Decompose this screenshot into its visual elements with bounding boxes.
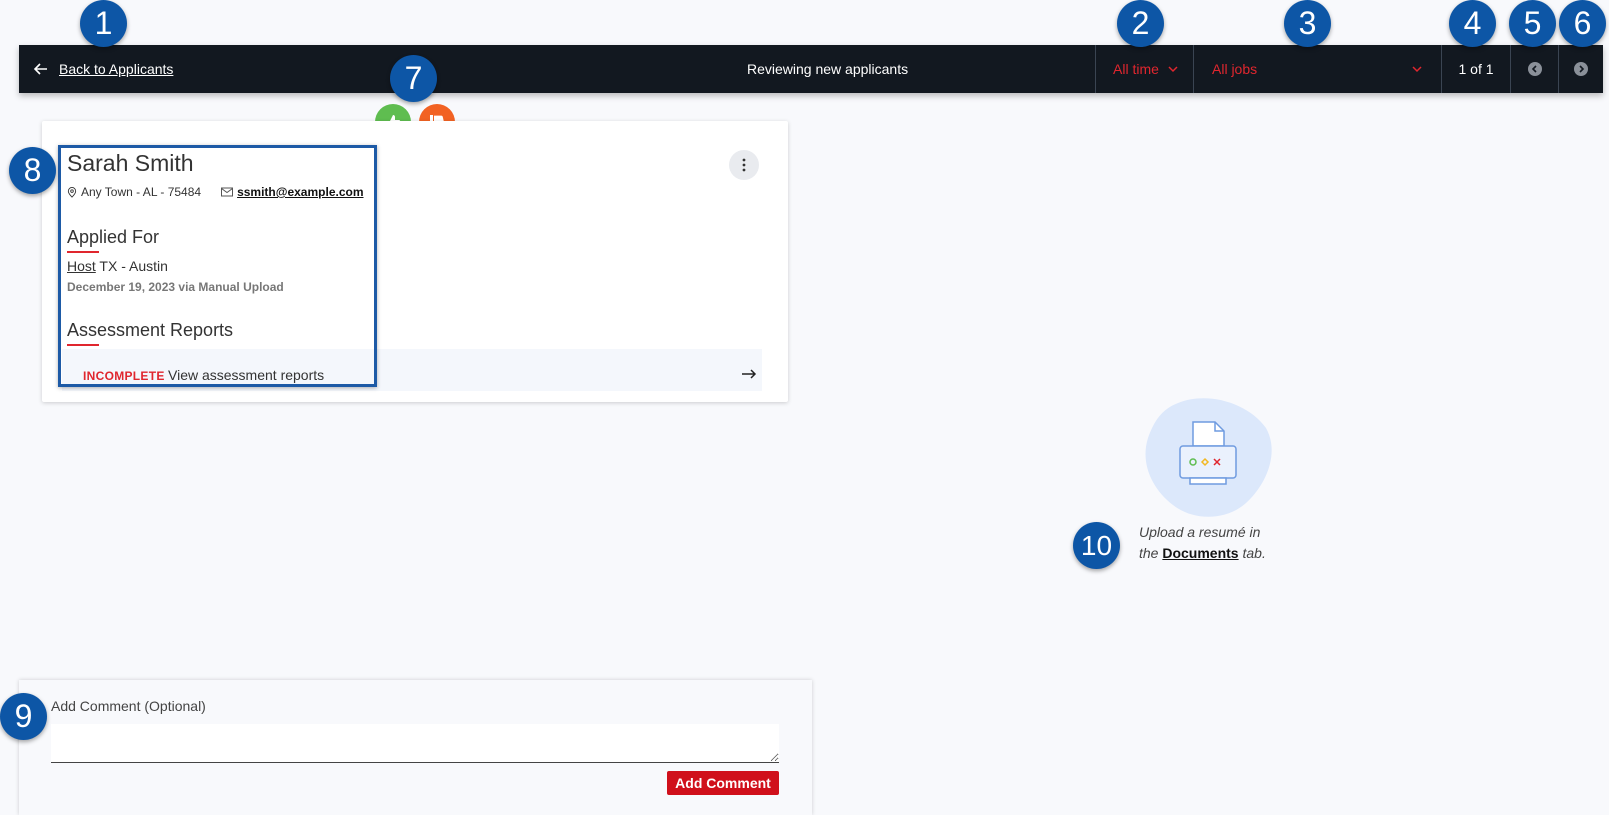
upload-resume-message: Upload a resumé in the Documents tab. bbox=[1139, 522, 1266, 564]
marker-5: 5 bbox=[1509, 0, 1556, 47]
page-indicator: 1 of 1 bbox=[1441, 45, 1510, 93]
back-link-label: Back to Applicants bbox=[59, 61, 174, 77]
printer-icon bbox=[1145, 398, 1272, 517]
marker-6: 6 bbox=[1559, 0, 1606, 47]
applicant-location: Any Town - AL - 75484 bbox=[81, 185, 202, 199]
heading-underline bbox=[67, 251, 99, 253]
job-location: TX - Austin bbox=[95, 258, 168, 274]
time-filter-dropdown[interactable]: All time bbox=[1095, 45, 1193, 93]
upload-message-line1: Upload a resumé in bbox=[1139, 524, 1261, 540]
chevron-right-icon bbox=[1574, 62, 1588, 76]
documents-tab-link[interactable]: Documents bbox=[1162, 545, 1238, 561]
marker-3: 3 bbox=[1284, 0, 1331, 47]
applicant-name: Sarah Smith bbox=[67, 150, 194, 176]
mail-icon bbox=[221, 187, 234, 197]
jobs-filter-value: All jobs bbox=[1212, 61, 1258, 77]
applied-date: December 19, 2023 via Manual Upload bbox=[67, 280, 284, 294]
time-filter-value: All time bbox=[1113, 61, 1159, 77]
applicant-contact: Any Town - AL - 75484 ssmith@example.com bbox=[67, 185, 364, 199]
jobs-filter-dropdown[interactable]: All jobs bbox=[1193, 45, 1441, 93]
page-title: Reviewing new applicants bbox=[747, 61, 909, 77]
location-pin-icon bbox=[67, 186, 77, 198]
comment-input[interactable] bbox=[51, 724, 779, 763]
assessment-reports-row[interactable] bbox=[62, 349, 762, 391]
chevron-left-icon bbox=[1527, 62, 1542, 76]
more-actions-button[interactable] bbox=[729, 150, 759, 180]
arrow-left-icon bbox=[33, 63, 47, 75]
applicant-email-link[interactable]: ssmith@example.com bbox=[237, 185, 363, 199]
line2-prefix: the bbox=[1139, 545, 1163, 561]
chevron-down-icon bbox=[1168, 66, 1178, 73]
applied-for-heading: Applied For bbox=[67, 227, 160, 247]
marker-9: 9 bbox=[0, 693, 47, 740]
upload-message-line2: the Documents tab. bbox=[1139, 543, 1266, 564]
top-bar: Back to Applicants Reviewing new applica… bbox=[19, 45, 1603, 93]
marker-8: 8 bbox=[9, 147, 56, 194]
view-assessment-reports-link[interactable]: View assessment reports bbox=[168, 367, 324, 383]
back-to-applicants-link[interactable]: Back to Applicants bbox=[33, 45, 173, 93]
arrow-right-icon[interactable] bbox=[741, 366, 757, 382]
line2-suffix: tab. bbox=[1238, 545, 1266, 561]
marker-10: 10 bbox=[1073, 522, 1120, 569]
marker-4: 4 bbox=[1449, 0, 1496, 47]
applied-job: Host TX - Austin bbox=[67, 258, 168, 274]
marker-1: 1 bbox=[80, 0, 127, 47]
job-title-link[interactable]: Host bbox=[67, 258, 96, 274]
previous-applicant-button[interactable] bbox=[1510, 45, 1558, 93]
marker-2: 2 bbox=[1117, 0, 1164, 47]
heading-underline bbox=[67, 344, 99, 346]
assessment-status-badge: INCOMPLETE bbox=[83, 369, 165, 383]
add-comment-button[interactable]: Add Comment bbox=[667, 771, 779, 795]
next-applicant-button[interactable] bbox=[1558, 45, 1603, 93]
assessment-reports-heading: Assessment Reports bbox=[67, 320, 234, 340]
chevron-down-icon bbox=[1412, 66, 1422, 73]
comment-label: Add Comment (Optional) bbox=[51, 698, 206, 714]
kebab-menu-icon bbox=[742, 158, 746, 172]
marker-7: 7 bbox=[390, 55, 437, 102]
